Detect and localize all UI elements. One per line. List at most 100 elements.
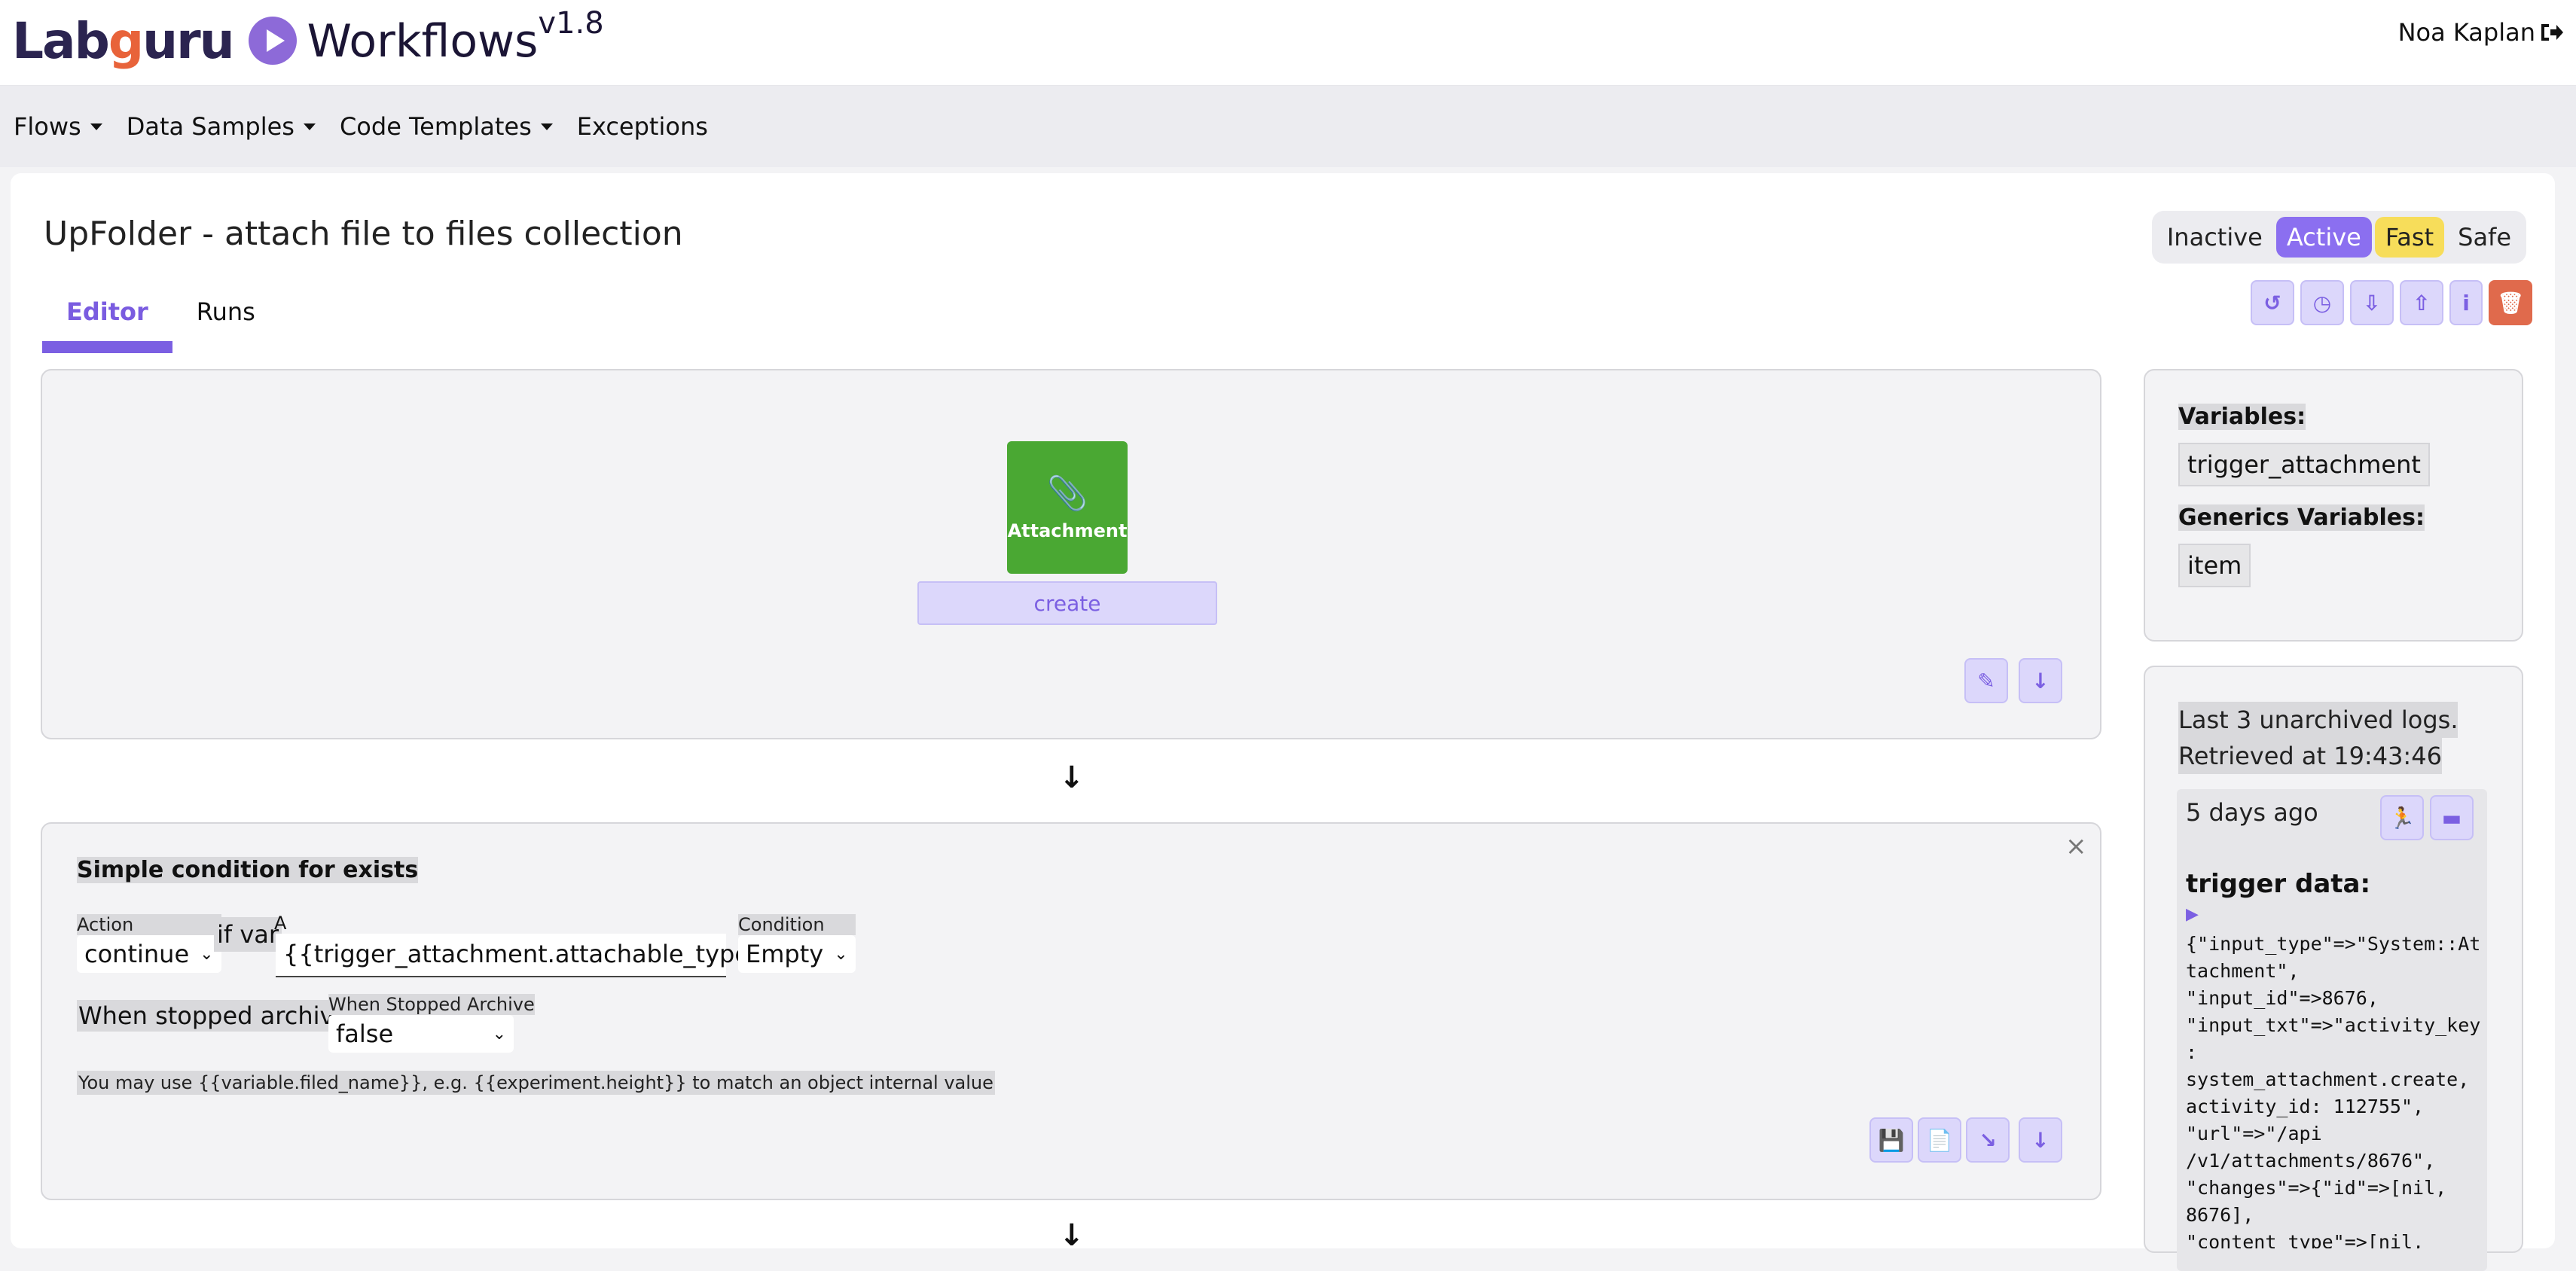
nav-data-samples[interactable]: Data Samples xyxy=(127,112,316,141)
upload-button[interactable]: ⇧ xyxy=(2400,280,2443,325)
json-line: /v1/attachments/8676", xyxy=(2186,1150,2436,1172)
json-line: "url"=>"/api xyxy=(2186,1123,2322,1145)
tab-runs[interactable]: Runs xyxy=(172,290,279,353)
condition-field: Condition Empty ⌄ xyxy=(738,914,856,973)
tab-bar: Editor Runs xyxy=(42,290,279,353)
clock-icon: ◷ xyxy=(2312,290,2332,315)
logs-retrieved: Retrieved at 19:43:46 xyxy=(2178,738,2442,774)
json-line: "content_type"=>[nil, xyxy=(2186,1231,2425,1248)
chevron-down-icon: ⌄ xyxy=(492,1024,506,1044)
file-icon: 📄 xyxy=(1926,1127,1953,1153)
trigger-data-heading: trigger data: xyxy=(2186,869,2371,899)
history-button[interactable]: ◷ xyxy=(2300,280,2344,325)
json-line: 8676], xyxy=(2186,1204,2254,1226)
info-icon: i xyxy=(2462,290,2470,315)
var-a-label: A xyxy=(274,913,287,934)
close-icon[interactable]: × xyxy=(2065,831,2087,861)
when-stopped-value: false xyxy=(336,1020,394,1048)
toggle-safe[interactable]: Safe xyxy=(2447,217,2522,258)
json-line: : xyxy=(2186,1041,2198,1063)
toggle-active[interactable]: Active xyxy=(2275,217,2372,258)
user-name: Noa Kaplan xyxy=(2397,18,2535,47)
trigger-node-label: Attachment xyxy=(1007,520,1128,541)
document-button[interactable]: 📄 xyxy=(1918,1117,1961,1163)
trigger-action-button[interactable]: create xyxy=(917,581,1217,625)
archive-icon: ▬ xyxy=(2441,805,2462,831)
condition-select[interactable]: Empty ⌄ xyxy=(738,935,856,973)
nav-exceptions-label: Exceptions xyxy=(576,112,708,141)
chevron-down-icon xyxy=(303,123,316,130)
generic-variable-chip[interactable]: item xyxy=(2178,544,2251,587)
condition-title: Simple condition for exists xyxy=(77,857,419,883)
chevron-down-icon xyxy=(540,123,553,130)
paperclip-icon: 📎 xyxy=(1046,474,1088,513)
move-down-button-2[interactable]: ↓ xyxy=(2019,1117,2062,1163)
help-note: You may use {{variable.filed_name}}, e.g… xyxy=(77,1071,995,1095)
chevron-down-icon: ⌄ xyxy=(200,944,214,964)
json-line: "input_txt"=>"activity_key xyxy=(2186,1014,2481,1036)
nav-flows-label: Flows xyxy=(14,112,81,141)
action-value: continue xyxy=(84,940,190,968)
trigger-node[interactable]: 📎 Attachment xyxy=(1007,441,1128,574)
save-button[interactable]: 💾 xyxy=(1869,1117,1913,1163)
nav-data-samples-label: Data Samples xyxy=(126,112,295,141)
chevron-down-icon xyxy=(90,123,102,130)
condition-label: Condition xyxy=(738,914,856,935)
product-name: Workflowsv1.8 xyxy=(307,6,604,68)
action-field: Action continue ⌄ xyxy=(77,914,221,973)
brand-text: Lab xyxy=(12,11,110,70)
delete-button[interactable]: 🗑 xyxy=(2489,280,2532,325)
trash-icon: 🗑 xyxy=(2497,290,2524,315)
json-line: system_attachment.create, xyxy=(2186,1068,2470,1090)
when-stopped-label: When Stopped Archive xyxy=(328,994,535,1015)
undo-button[interactable]: ↺ xyxy=(2251,280,2294,325)
log-entry-time: 5 days ago xyxy=(2186,798,2318,827)
user-menu[interactable]: Noa Kaplan xyxy=(2398,18,2564,47)
move-down-button[interactable]: ↓ xyxy=(2019,658,2062,703)
top-bar: Labguru Workflowsv1.8 Noa Kaplan xyxy=(0,0,2576,86)
toggle-fast[interactable]: Fast xyxy=(2374,217,2445,258)
json-line: tachment", xyxy=(2186,960,2300,982)
undo-icon: ↺ xyxy=(2263,290,2281,315)
labguru-logo[interactable]: Labguru Workflowsv1.8 xyxy=(12,5,604,77)
main-nav: Flows Data Samples Code Templates Except… xyxy=(0,86,2576,167)
edit-icon: ✎ xyxy=(1977,668,1995,693)
version-label: v1.8 xyxy=(538,6,604,41)
play-logo-icon xyxy=(248,17,297,65)
expand-icon[interactable]: ▶ xyxy=(2186,905,2199,924)
json-line: {"input_type"=>"System::At xyxy=(2186,933,2481,955)
save-icon: 💾 xyxy=(1878,1127,1905,1153)
variable-chip[interactable]: trigger_attachment xyxy=(2178,443,2430,486)
json-line: activity_id: 112755", xyxy=(2186,1096,2425,1117)
tab-editor[interactable]: Editor xyxy=(42,290,172,353)
var-a-input[interactable]: {{trigger_attachment.attachable_type}} xyxy=(276,934,780,977)
running-person-icon: 🏃 xyxy=(2388,805,2416,831)
flow-arrow-down-icon-2: ↓ xyxy=(1059,1218,1085,1253)
generics-heading: Generics Variables: xyxy=(2178,504,2425,531)
action-select[interactable]: continue ⌄ xyxy=(77,935,221,973)
when-stopped-question: When stopped archive? xyxy=(77,1000,364,1032)
download-button[interactable]: ⇩ xyxy=(2350,280,2394,325)
condition-value: Empty xyxy=(746,940,824,968)
toggle-inactive[interactable]: Inactive xyxy=(2156,217,2273,258)
branch-button[interactable]: ↘ xyxy=(1966,1117,2010,1163)
arrow-down-icon: ↓ xyxy=(2031,668,2050,693)
when-stopped-select[interactable]: false ⌄ xyxy=(328,1015,514,1053)
file-upload-icon: ⇧ xyxy=(2413,290,2431,315)
trigger-data-json: {"input_type"=>"System::At tachment", "i… xyxy=(2186,931,2487,1248)
archive-log-button[interactable]: ▬ xyxy=(2430,795,2474,840)
brand-text-end: uru xyxy=(142,11,235,70)
info-button[interactable]: i xyxy=(2449,280,2483,325)
logout-icon[interactable] xyxy=(2540,21,2564,44)
action-label: Action xyxy=(77,914,221,935)
nav-code-templates[interactable]: Code Templates xyxy=(340,112,553,141)
when-stopped-field: When Stopped Archive false ⌄ xyxy=(328,994,535,1053)
nav-exceptions[interactable]: Exceptions xyxy=(577,112,708,141)
run-log-button[interactable]: 🏃 xyxy=(2380,795,2424,840)
logs-summary: Last 3 unarchived logs. Retrieved at 19:… xyxy=(2178,702,2458,774)
logs-count: Last 3 unarchived logs. xyxy=(2178,702,2458,738)
brand-text-accent: g xyxy=(108,11,144,70)
json-line: "changes"=>{"id"=>[nil, xyxy=(2186,1177,2447,1199)
edit-button[interactable]: ✎ xyxy=(1964,658,2008,703)
nav-flows[interactable]: Flows xyxy=(14,112,102,141)
